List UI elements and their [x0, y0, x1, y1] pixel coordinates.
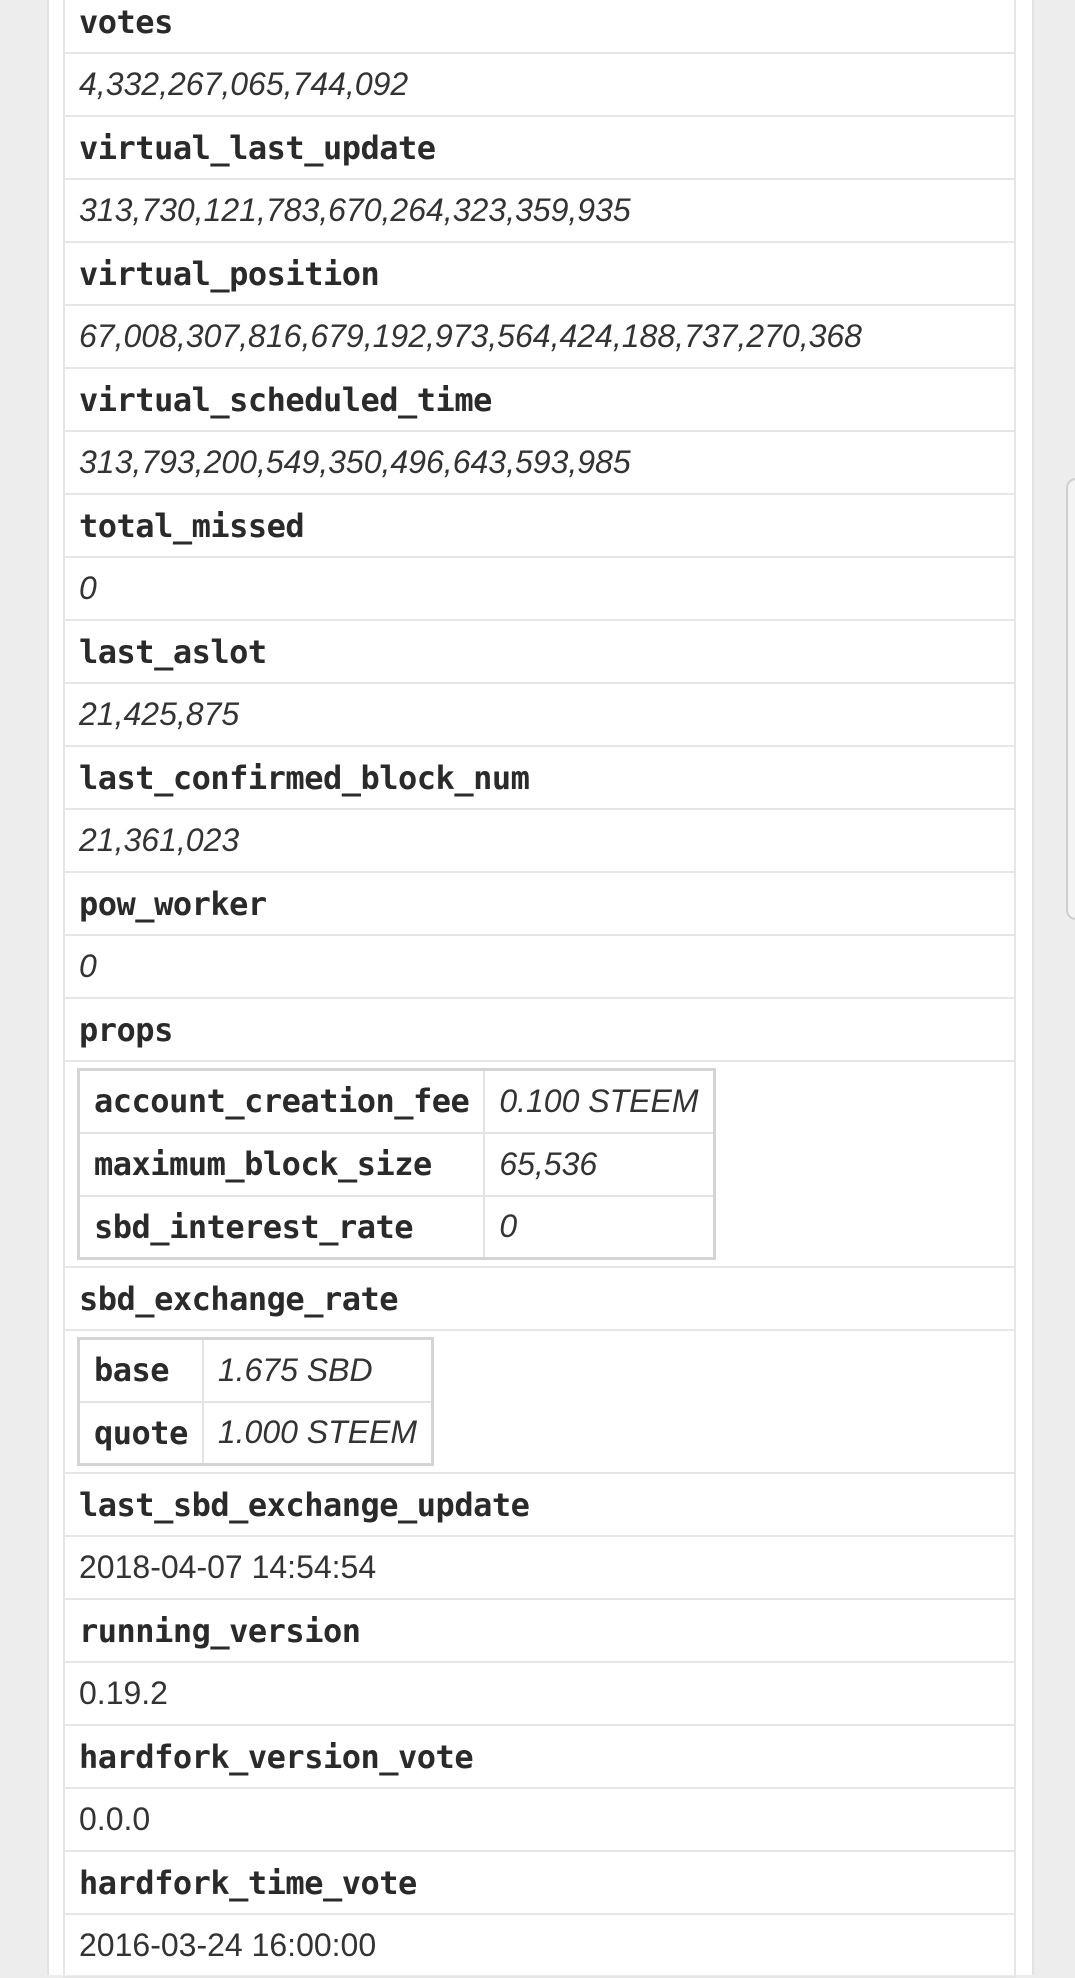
table-row: 2018-04-07 14:54:54: [63, 1535, 1016, 1600]
table-row: virtual_position: [63, 241, 1016, 306]
field-key-pow-worker: pow_worker: [63, 871, 1016, 936]
props-cell: account_creation_fee 0.100 STEEM maximum…: [63, 1060, 1016, 1268]
field-key-hardfork-time-vote: hardfork_time_vote: [63, 1850, 1016, 1915]
table-row: last_confirmed_block_num: [63, 745, 1016, 810]
nested-row: maximum_block_size 65,536: [77, 1131, 716, 1197]
field-value-running-version: 0.19.2: [63, 1661, 1016, 1726]
table-row: running_version: [63, 1598, 1016, 1663]
table-row: 313,793,200,549,350,496,643,593,985: [63, 430, 1016, 495]
exchange-value-quote: 1.000 STEEM: [201, 1400, 434, 1466]
field-value-pow-worker: 0: [63, 934, 1016, 999]
props-key-account-creation-fee: account_creation_fee: [77, 1068, 486, 1134]
props-table: account_creation_fee 0.100 STEEM maximum…: [77, 1068, 716, 1260]
props-value-sbd-interest-rate: 0: [483, 1194, 716, 1260]
sbd-exchange-rate-table: base 1.675 SBD quote 1.000 STEEM: [77, 1337, 435, 1466]
table-row: votes: [63, 0, 1016, 54]
field-value-virtual-position: 67,008,307,816,679,192,973,564,424,188,7…: [63, 304, 1016, 369]
field-value-total-missed: 0: [63, 556, 1016, 621]
table-row: hardfork_version_vote: [63, 1724, 1016, 1789]
field-key-votes: votes: [63, 0, 1016, 54]
field-value-virtual-scheduled-time: 313,793,200,549,350,496,643,593,985: [63, 430, 1016, 495]
field-value-votes: 4,332,267,065,744,092: [63, 52, 1016, 117]
exchange-key-quote: quote: [77, 1400, 204, 1466]
field-key-virtual-position: virtual_position: [63, 241, 1016, 306]
table-row: total_missed: [63, 493, 1016, 558]
table-row: 0: [63, 556, 1016, 621]
props-value-account-creation-fee: 0.100 STEEM: [483, 1068, 716, 1134]
table-row: last_sbd_exchange_update: [63, 1472, 1016, 1537]
nested-row: quote 1.000 STEEM: [77, 1400, 434, 1466]
field-value-last-sbd-exchange-update: 2018-04-07 14:54:54: [63, 1535, 1016, 1600]
nested-row: sbd_interest_rate 0: [77, 1194, 716, 1260]
field-key-virtual-last-update: virtual_last_update: [63, 115, 1016, 180]
table-row: 21,361,023: [63, 808, 1016, 873]
table-row: hardfork_time_vote: [63, 1850, 1016, 1915]
field-key-running-version: running_version: [63, 1598, 1016, 1663]
field-key-last-aslot: last_aslot: [63, 619, 1016, 684]
exchange-key-base: base: [77, 1337, 204, 1403]
table-row: 21,425,875: [63, 682, 1016, 747]
props-key-maximum-block-size: maximum_block_size: [77, 1131, 486, 1197]
sbd-exchange-rate-cell: base 1.675 SBD quote 1.000 STEEM: [63, 1329, 1016, 1474]
table-row: 0.0.0: [63, 1787, 1016, 1852]
table-row: virtual_last_update: [63, 115, 1016, 180]
table-row: 67,008,307,816,679,192,973,564,424,188,7…: [63, 304, 1016, 369]
nested-row: account_creation_fee 0.100 STEEM: [77, 1068, 716, 1134]
field-key-last-sbd-exchange-update: last_sbd_exchange_update: [63, 1472, 1016, 1537]
field-value-hardfork-time-vote: 2016-03-24 16:00:00: [63, 1913, 1016, 1978]
field-key-sbd-exchange-rate: sbd_exchange_rate: [63, 1266, 1016, 1331]
field-value-hardfork-version-vote: 0.0.0: [63, 1787, 1016, 1852]
field-key-total-missed: total_missed: [63, 493, 1016, 558]
field-value-last-aslot: 21,425,875: [63, 682, 1016, 747]
field-key-last-confirmed-block-num: last_confirmed_block_num: [63, 745, 1016, 810]
table-row: last_aslot: [63, 619, 1016, 684]
table-row: pow_worker: [63, 871, 1016, 936]
table-row: account_creation_fee 0.100 STEEM maximum…: [63, 1060, 1016, 1268]
table-row: 4,332,267,065,744,092: [63, 52, 1016, 117]
field-key-hardfork-version-vote: hardfork_version_vote: [63, 1724, 1016, 1789]
table-row: virtual_scheduled_time: [63, 367, 1016, 432]
props-value-maximum-block-size: 65,536: [483, 1131, 716, 1197]
table-row: 2016-03-24 16:00:00: [63, 1913, 1016, 1978]
table-row: props: [63, 997, 1016, 1062]
field-value-last-confirmed-block-num: 21,361,023: [63, 808, 1016, 873]
props-key-sbd-interest-rate: sbd_interest_rate: [77, 1194, 486, 1260]
field-key-virtual-scheduled-time: virtual_scheduled_time: [63, 367, 1016, 432]
witness-properties-table: votes 4,332,267,065,744,092 virtual_last…: [63, 0, 1016, 1978]
scroll-indicator[interactable]: [1066, 478, 1075, 920]
exchange-value-base: 1.675 SBD: [201, 1337, 434, 1403]
table-row: 313,730,121,783,670,264,323,359,935: [63, 178, 1016, 243]
field-value-virtual-last-update: 313,730,121,783,670,264,323,359,935: [63, 178, 1016, 243]
field-key-props: props: [63, 997, 1016, 1062]
nested-row: base 1.675 SBD: [77, 1337, 434, 1403]
table-row: 0: [63, 934, 1016, 999]
table-row: sbd_exchange_rate: [63, 1266, 1016, 1331]
table-row: base 1.675 SBD quote 1.000 STEEM: [63, 1329, 1016, 1474]
table-row: 0.19.2: [63, 1661, 1016, 1726]
